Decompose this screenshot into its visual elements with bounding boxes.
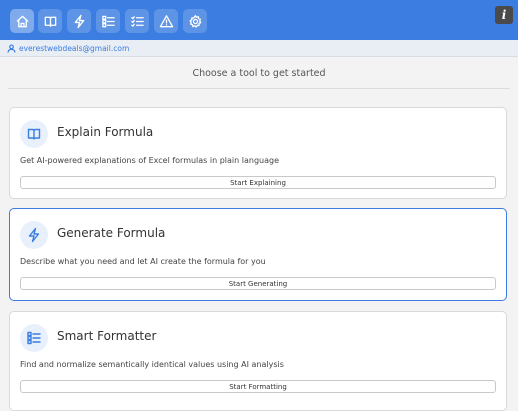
card-title: Smart Formatter — [57, 329, 157, 343]
book-icon — [27, 128, 41, 140]
explain-formula-card[interactable]: Explain Formula Get AI-powered explanati… — [9, 107, 507, 199]
start-explaining-button[interactable]: Start Explaining — [20, 176, 496, 189]
list-icon — [101, 15, 115, 27]
info-button[interactable]: i — [495, 6, 513, 24]
generate-formula-card[interactable]: Generate Formula Describe what you need … — [9, 208, 507, 301]
explain-formula-nav-button[interactable] — [38, 9, 62, 33]
card-description: Describe what you need and let AI create… — [20, 257, 266, 266]
smart-formatter-card[interactable]: Smart Formatter Find and normalize seman… — [9, 311, 507, 411]
start-generating-button[interactable]: Start Generating — [20, 277, 496, 290]
top-toolbar: i — [0, 0, 518, 40]
smart-formatter-nav-button[interactable] — [96, 9, 120, 33]
gear-icon — [189, 14, 201, 28]
list-icon — [27, 331, 41, 345]
card-title: Generate Formula — [57, 226, 166, 240]
checklist-icon — [130, 15, 144, 27]
card-icon-badge — [20, 120, 48, 148]
card-title: Explain Formula — [57, 125, 154, 139]
warning-nav-button[interactable] — [154, 9, 178, 33]
user-icon — [7, 43, 16, 53]
page-subtitle: Choose a tool to get started — [8, 58, 510, 89]
card-icon-badge — [20, 221, 48, 249]
checklist-nav-button[interactable] — [125, 9, 149, 33]
home-button[interactable] — [10, 9, 34, 33]
lightning-icon — [74, 14, 84, 28]
user-bar: everestwebdeals@gmail.com — [0, 40, 518, 57]
settings-nav-button[interactable] — [183, 9, 207, 33]
generate-formula-nav-button[interactable] — [67, 9, 91, 33]
warning-icon — [159, 14, 173, 27]
home-icon — [16, 15, 28, 27]
card-icon-badge — [20, 324, 48, 352]
lightning-icon — [28, 227, 40, 243]
user-email: everestwebdeals@gmail.com — [19, 43, 130, 53]
start-formatting-button[interactable]: Start Formatting — [20, 380, 496, 393]
card-description: Find and normalize semantically identica… — [20, 360, 284, 369]
book-icon — [44, 16, 56, 27]
card-description: Get AI-powered explanations of Excel for… — [20, 156, 280, 165]
